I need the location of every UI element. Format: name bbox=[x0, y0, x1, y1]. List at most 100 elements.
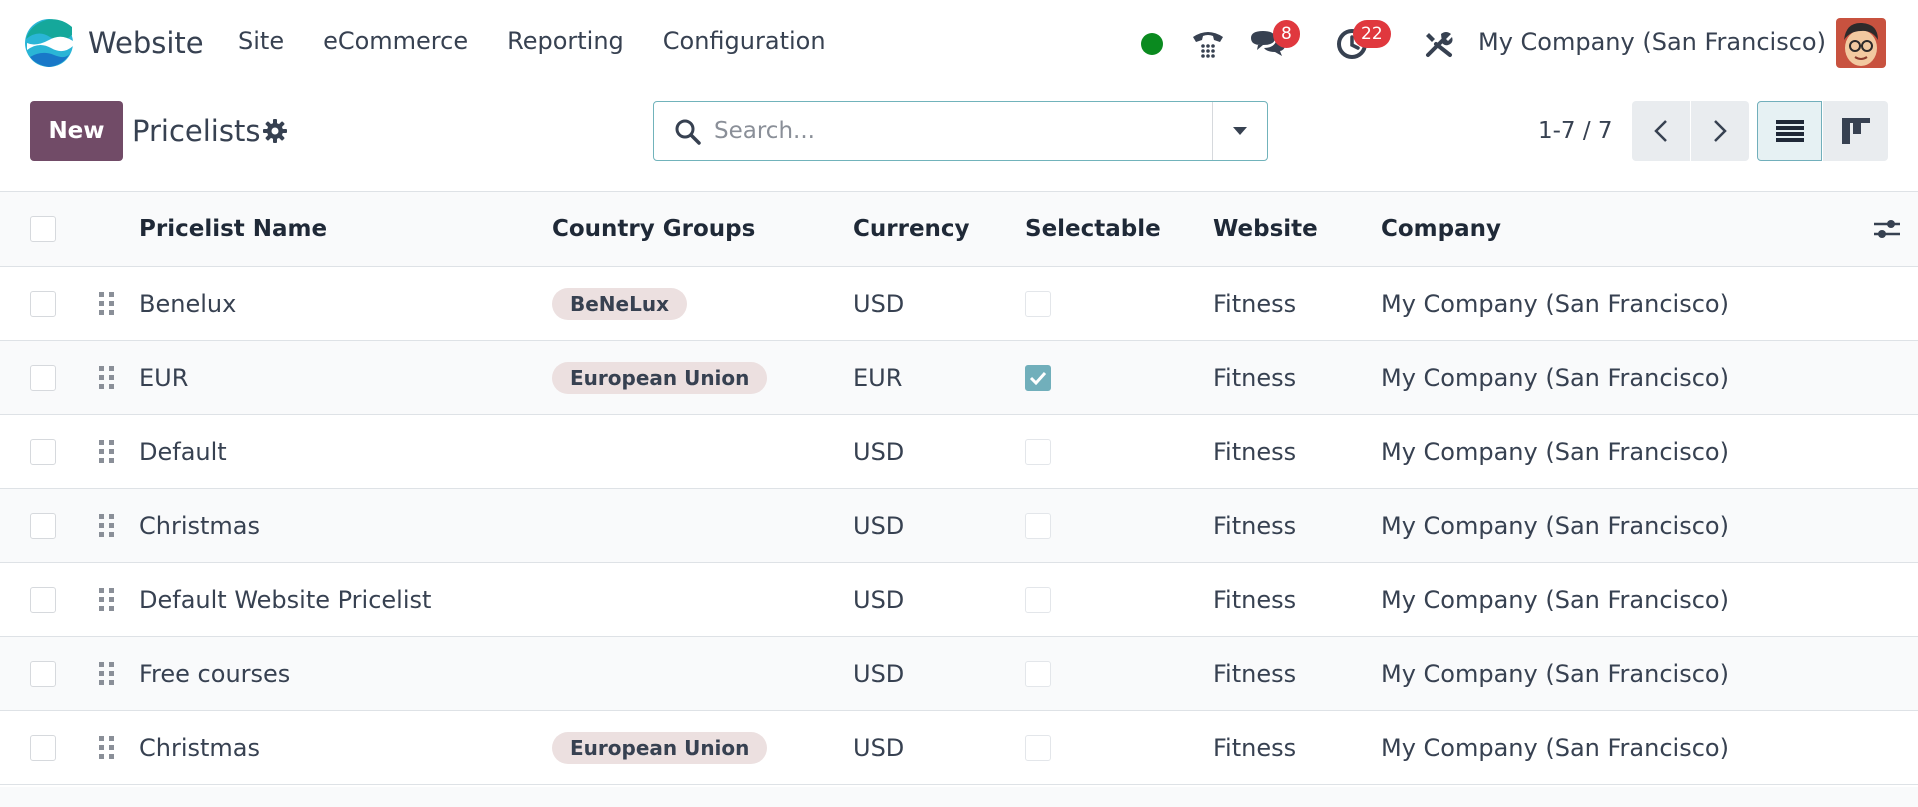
cell-company: My Company (San Francisco) bbox=[1381, 363, 1729, 392]
row-select-checkbox[interactable] bbox=[30, 734, 56, 761]
drag-handle[interactable] bbox=[99, 267, 115, 340]
country-group-tag: European Union bbox=[552, 731, 768, 764]
table-body: Benelux BeNeLux USD Fitness My Company (San … bbox=[0, 267, 1918, 785]
cell-pricelist-name: Free courses bbox=[139, 659, 291, 688]
sliders-icon bbox=[1874, 220, 1900, 238]
table-header: Pricelist Name Country Groups Currency S… bbox=[0, 191, 1918, 267]
pager-value[interactable]: 1-7 / 7 bbox=[1538, 118, 1613, 144]
table-row[interactable]: Default Website Pricelist USD Fitness My Co… bbox=[0, 563, 1918, 637]
country-group-tag: European Union bbox=[552, 361, 768, 394]
column-header-name[interactable]: Pricelist Name bbox=[139, 192, 327, 266]
user-avatar[interactable] bbox=[1836, 18, 1886, 68]
company-switcher[interactable]: My Company (San Francisco) bbox=[1478, 28, 1826, 56]
column-header-company[interactable]: Company bbox=[1381, 192, 1501, 266]
country-group-tag: BeNeLux bbox=[552, 287, 687, 320]
cell-pricelist-name: Christmas bbox=[139, 733, 261, 762]
cell-company: My Company (San Francisco) bbox=[1381, 511, 1729, 540]
pager-next-button[interactable] bbox=[1691, 101, 1749, 161]
cell-website: Fitness bbox=[1213, 437, 1297, 466]
top-menu: Site eCommerce Reporting Configuration bbox=[238, 27, 865, 55]
select-all-checkbox[interactable] bbox=[30, 216, 56, 242]
row-select-cell bbox=[30, 489, 56, 562]
drag-handle[interactable] bbox=[99, 563, 115, 636]
drag-handle[interactable] bbox=[99, 711, 115, 784]
row-select-cell bbox=[30, 563, 56, 636]
selectable-checkbox bbox=[1025, 364, 1051, 391]
cell-selectable bbox=[1025, 341, 1051, 414]
table-row[interactable]: Christmas European Union USD Fitness My Comp… bbox=[0, 711, 1918, 785]
row-select-checkbox[interactable] bbox=[30, 586, 56, 613]
tools-icon bbox=[1426, 32, 1453, 57]
debug-tools-button[interactable] bbox=[1420, 0, 1458, 88]
phone-button[interactable] bbox=[1188, 0, 1228, 88]
selectable-checkbox bbox=[1025, 438, 1051, 465]
column-header-website[interactable]: Website bbox=[1213, 192, 1318, 266]
drag-handle-icon bbox=[99, 439, 114, 463]
chevron-left-icon bbox=[1654, 120, 1667, 142]
row-select-checkbox[interactable] bbox=[30, 660, 56, 687]
cell-currency: USD bbox=[853, 733, 905, 762]
table-row[interactable]: Default USD Fitness My Company (San Francis… bbox=[0, 415, 1918, 489]
table-row[interactable]: Free courses USD Fitness My Company (San Fr… bbox=[0, 637, 1918, 711]
messages-count-badge: 8 bbox=[1273, 20, 1300, 48]
drag-handle[interactable] bbox=[99, 489, 115, 562]
drag-handle[interactable] bbox=[99, 415, 115, 488]
row-select-cell bbox=[30, 637, 56, 710]
row-select-checkbox[interactable] bbox=[30, 438, 56, 465]
optional-columns-toggle[interactable] bbox=[1873, 192, 1901, 266]
app-brand[interactable]: Website bbox=[24, 17, 204, 69]
cell-country-groups: European Union bbox=[552, 711, 768, 784]
cell-currency: EUR bbox=[853, 363, 903, 392]
table-row[interactable]: EUR European Union EUR Fitness My Company (S… bbox=[0, 341, 1918, 415]
column-header-country-groups[interactable]: Country Groups bbox=[552, 192, 755, 266]
new-button[interactable]: New bbox=[30, 101, 123, 161]
menu-item-site[interactable]: Site bbox=[238, 27, 284, 55]
presence-status[interactable] bbox=[1138, 0, 1166, 88]
list-view-button[interactable] bbox=[1757, 101, 1822, 161]
pricelist-table: Pricelist Name Country Groups Currency S… bbox=[0, 191, 1918, 785]
cell-pricelist-name: EUR bbox=[139, 363, 189, 392]
menu-item-configuration[interactable]: Configuration bbox=[663, 27, 826, 55]
menu-item-ecommerce[interactable]: eCommerce bbox=[323, 27, 468, 55]
website-logo-icon bbox=[25, 19, 73, 67]
gear-icon[interactable] bbox=[262, 118, 288, 144]
caret-down-icon bbox=[1233, 127, 1247, 135]
row-select-checkbox[interactable] bbox=[30, 290, 56, 317]
row-select-checkbox[interactable] bbox=[30, 364, 56, 391]
drag-handle[interactable] bbox=[99, 637, 115, 710]
row-select-cell bbox=[30, 711, 56, 784]
cell-company: My Company (San Francisco) bbox=[1381, 733, 1729, 762]
selectable-checkbox bbox=[1025, 734, 1051, 761]
cell-currency: USD bbox=[853, 659, 905, 688]
search-input[interactable] bbox=[714, 112, 1254, 150]
kanban-view-icon bbox=[1841, 118, 1870, 144]
column-header-currency[interactable]: Currency bbox=[853, 192, 970, 266]
selectable-checkbox bbox=[1025, 512, 1051, 539]
drag-handle-icon bbox=[99, 513, 114, 537]
drag-handle-icon bbox=[99, 735, 114, 759]
main-navbar: Website Site eCommerce Reporting Configu… bbox=[0, 0, 1918, 88]
menu-item-reporting[interactable]: Reporting bbox=[507, 27, 624, 55]
page-title: Pricelists bbox=[132, 114, 261, 148]
drag-handle[interactable] bbox=[99, 341, 115, 414]
cell-pricelist-name: Default bbox=[139, 437, 227, 466]
cell-pricelist-name: Benelux bbox=[139, 289, 237, 318]
cell-currency: USD bbox=[853, 289, 905, 318]
selectable-checkbox bbox=[1025, 290, 1051, 317]
row-select-cell bbox=[30, 267, 56, 340]
cell-currency: USD bbox=[853, 585, 905, 614]
cell-currency: USD bbox=[853, 511, 905, 540]
column-header-selectable[interactable]: Selectable bbox=[1025, 192, 1161, 266]
row-select-checkbox[interactable] bbox=[30, 512, 56, 539]
table-row[interactable]: Benelux BeNeLux USD Fitness My Company (San … bbox=[0, 267, 1918, 341]
cell-pricelist-name: Default Website Pricelist bbox=[139, 585, 432, 614]
kanban-view-button[interactable] bbox=[1823, 101, 1888, 161]
cell-currency: USD bbox=[853, 437, 905, 466]
cell-website: Fitness bbox=[1213, 511, 1297, 540]
pager-previous-button[interactable] bbox=[1632, 101, 1690, 161]
app-name: Website bbox=[88, 26, 204, 60]
table-row[interactable]: Christmas USD Fitness My Company (San Franc… bbox=[0, 489, 1918, 563]
list-footer bbox=[0, 787, 1918, 807]
search-options-toggle[interactable] bbox=[1212, 102, 1267, 160]
cell-selectable bbox=[1025, 489, 1051, 562]
